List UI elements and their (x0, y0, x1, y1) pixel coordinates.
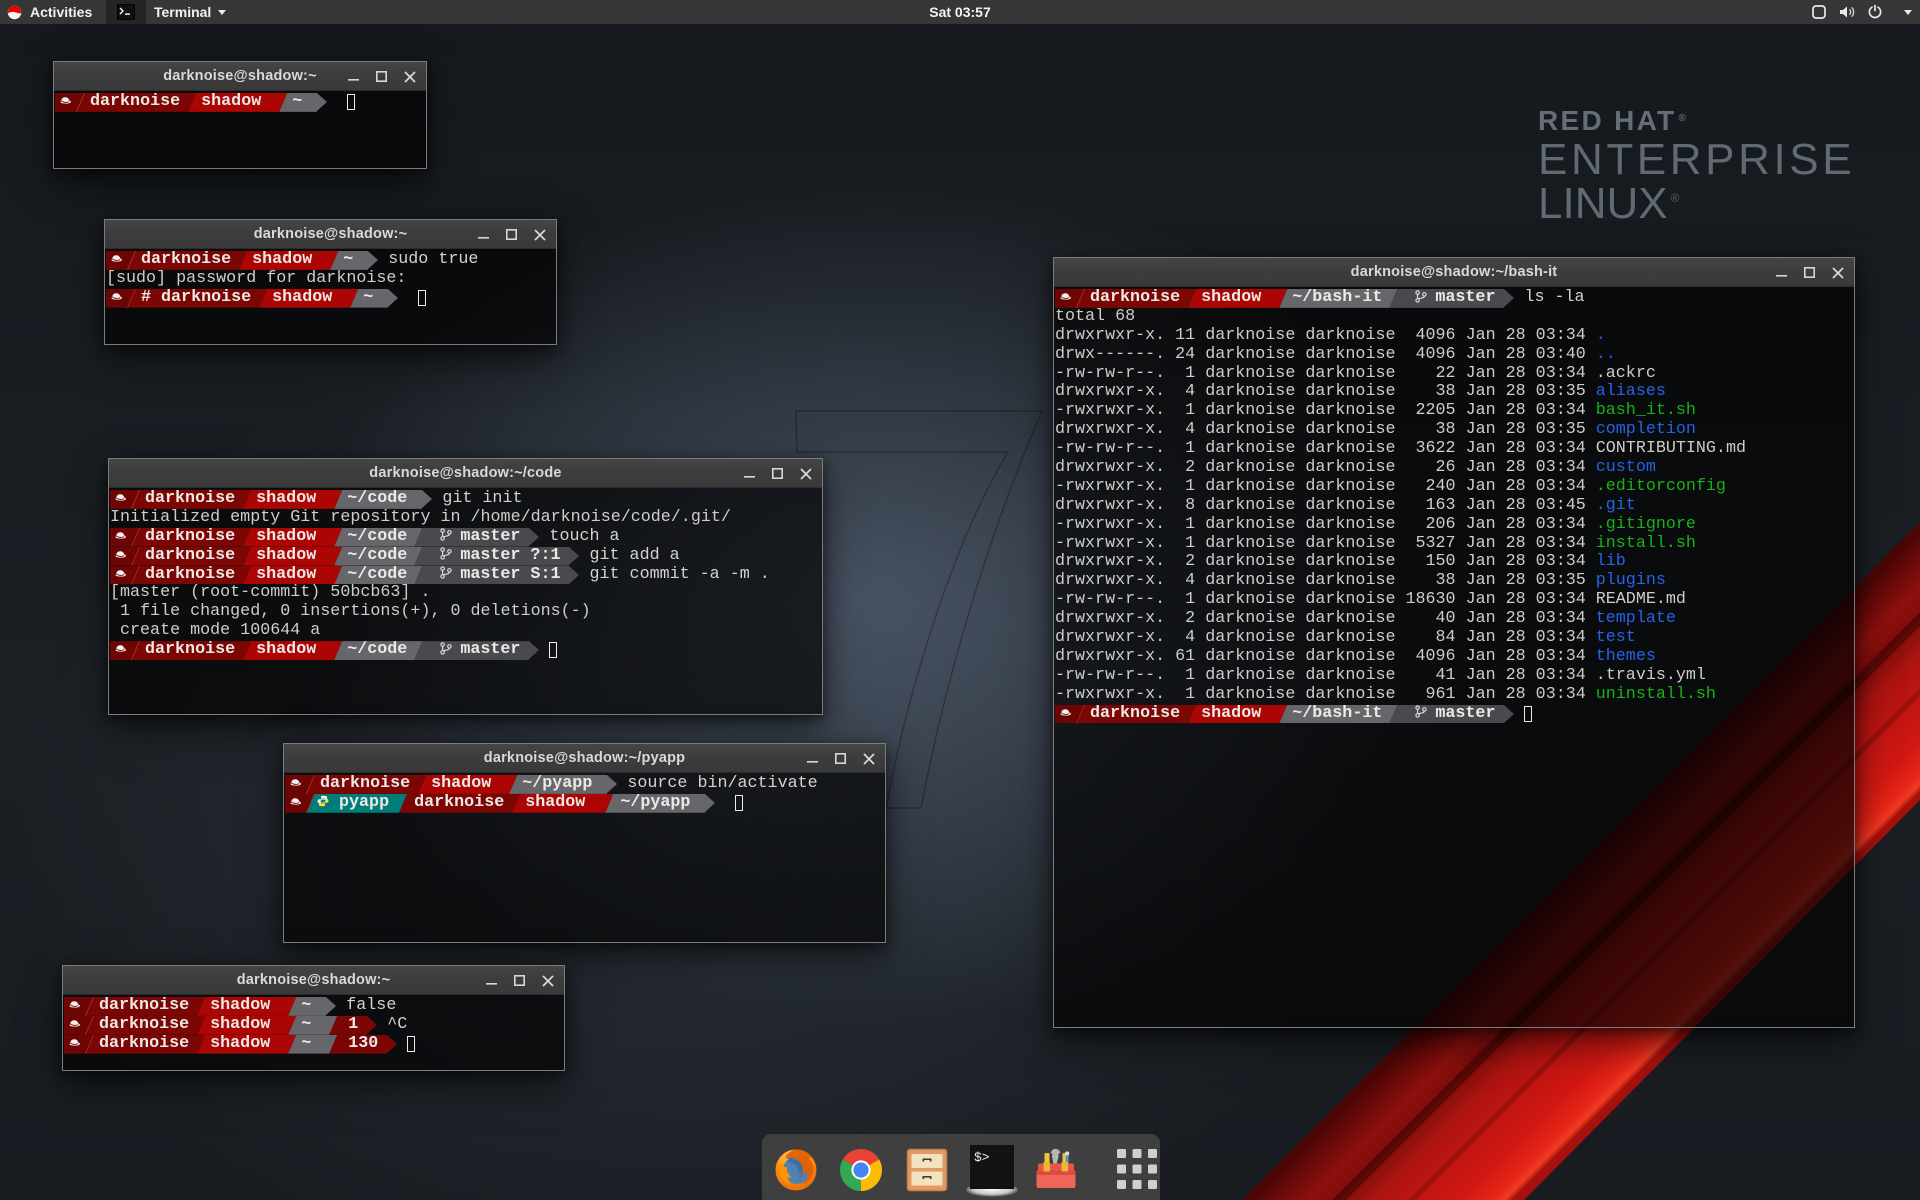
svg-text:$>: $> (974, 1150, 990, 1165)
